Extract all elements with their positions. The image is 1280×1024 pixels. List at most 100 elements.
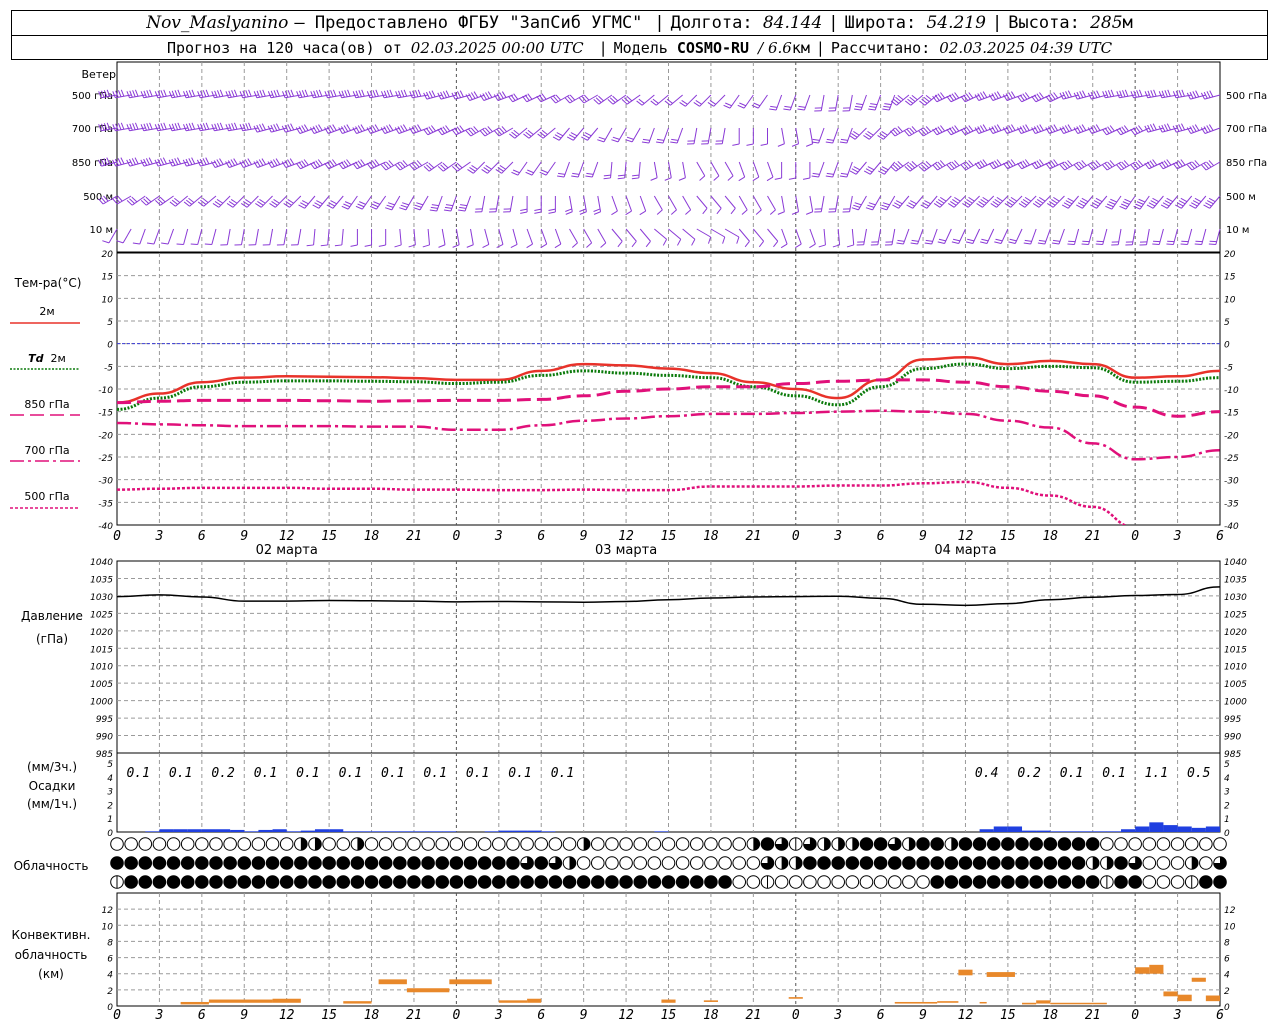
wind-barb-flag: [1207, 200, 1214, 205]
wind-barb-flag: [1032, 203, 1040, 208]
wind-level-right: 500 гПа: [1226, 91, 1267, 102]
cloud-circle: [590, 837, 605, 851]
wind-barb-flag: [1162, 202, 1170, 207]
cloud-symbol: [449, 837, 464, 851]
wind-barb-flag: [977, 93, 982, 100]
cloud-circle: [732, 837, 747, 851]
cloud-fill: [1114, 856, 1128, 870]
cloud-fill: [308, 875, 322, 889]
conv-bar: [1135, 967, 1150, 974]
conv-bar: [1163, 991, 1178, 997]
wind-barb-flag: [1138, 198, 1146, 203]
cloud-symbol: [124, 856, 138, 870]
wind-barb-flag: [527, 169, 534, 174]
precip-bar: [399, 831, 414, 832]
wind-barb-flag: [197, 91, 201, 98]
wind-barb-flag: [976, 203, 983, 208]
wind-barb-flag: [273, 90, 278, 97]
conv-bar: [527, 998, 542, 1003]
wind-barb-flag: [313, 90, 317, 98]
wind-barb: [809, 228, 816, 245]
wind-barb-flag: [1096, 90, 1101, 98]
cloud-fill: [365, 875, 378, 889]
wind-barb: [710, 228, 726, 238]
wind-title: Ветер: [81, 68, 116, 81]
cloud-symbol: [986, 875, 1001, 889]
wind-barb-flag: [681, 100, 688, 105]
precip-3h-label: 0.1: [551, 766, 574, 781]
wind-barb-flag: [1039, 124, 1044, 131]
wind-barb-flag: [774, 177, 782, 180]
wind-barb-flag: [466, 244, 474, 248]
precip-bar: [413, 831, 429, 832]
wind-barb-flag: [908, 202, 915, 207]
wind-barb-flag: [397, 90, 402, 98]
cloud-fill: [902, 856, 916, 870]
cloud-circle: [1170, 837, 1185, 851]
cloud-fill: [633, 875, 647, 889]
wind-barb-flag: [332, 89, 337, 97]
wind-barb-flag: [400, 90, 405, 97]
wind-barb-flag: [360, 124, 366, 131]
wind-barb-flag: [132, 90, 136, 97]
precip-bar: [1022, 830, 1037, 832]
legend-td-symbol: Td: [28, 352, 44, 365]
cloud-fill: [662, 875, 675, 889]
wind-barb-flag: [438, 244, 446, 248]
conv-bar: [1050, 1002, 1107, 1005]
wind-barb-flag: [825, 141, 833, 144]
wind-barb-flag: [289, 158, 295, 165]
wind-barb-flag: [853, 166, 861, 171]
cloud-circle: [605, 856, 619, 870]
conv-xtick: 3: [494, 1008, 503, 1023]
wind-barb-flag: [303, 124, 309, 131]
wind-barb-flag: [982, 91, 988, 98]
wind-barb-flag: [146, 90, 150, 97]
wind-barb-flag: [205, 122, 210, 130]
cloud-symbol: [279, 875, 294, 889]
wind-barb-flag: [883, 105, 891, 108]
wind-barb-flag: [812, 172, 820, 175]
wind-barb-flag: [287, 90, 292, 97]
cloud-circle: [788, 875, 803, 889]
wind-barb-flag: [1107, 90, 1112, 97]
cloud-fill: [718, 875, 732, 889]
cloud-symbol: [364, 856, 379, 870]
cloud-fill: [124, 856, 138, 870]
temp-ytick-left: -30: [98, 477, 113, 487]
wind-barb-flag: [937, 198, 945, 204]
pressure-ytick-left: 985: [96, 750, 113, 760]
cloud-symbol: [704, 856, 718, 870]
cloud-symbol: [803, 875, 817, 889]
wind-barb-flag: [791, 143, 799, 147]
wind-barb-flag: [1079, 125, 1084, 132]
cloud-circle: [223, 837, 237, 851]
pressure-ytick-left: 1040: [90, 558, 113, 568]
cloud-circle: [1184, 837, 1199, 851]
wind-barb-flag: [403, 89, 408, 97]
wind-barb-flag: [739, 102, 747, 107]
cloud-symbol: [689, 875, 704, 889]
wind-barb: [668, 228, 682, 240]
cloud-fill: [153, 875, 166, 889]
wind-barb-flag: [132, 242, 140, 245]
cloud-symbol: [845, 875, 860, 889]
conv-bar: [979, 1001, 987, 1004]
wind-barb: [724, 195, 736, 209]
wind-barb-flag: [1019, 126, 1025, 133]
wind-barb-flag: [371, 125, 377, 132]
pressure-ytick-right: 1035: [1224, 575, 1247, 585]
wind-barb: [427, 228, 430, 245]
temp-xtick: 18: [364, 529, 380, 544]
conv-bar: [958, 969, 973, 976]
cloud-symbol: [1213, 875, 1227, 889]
wind-barb-flag: [459, 206, 467, 209]
wind-barb-flag: [126, 91, 130, 98]
cloud-symbol: [562, 875, 577, 889]
wind-barb-flag: [306, 244, 314, 247]
meteogram-chart: 500 гПа 500 гПа 700 гПа 700 гПа 850 гПа 850 г…: [10, 61, 1267, 1023]
cloud-circle: [477, 837, 492, 851]
wind-barb-flag: [980, 92, 985, 99]
wind-barb-flag: [1024, 196, 1032, 202]
precip-3h-label: 1.1: [1145, 766, 1168, 781]
